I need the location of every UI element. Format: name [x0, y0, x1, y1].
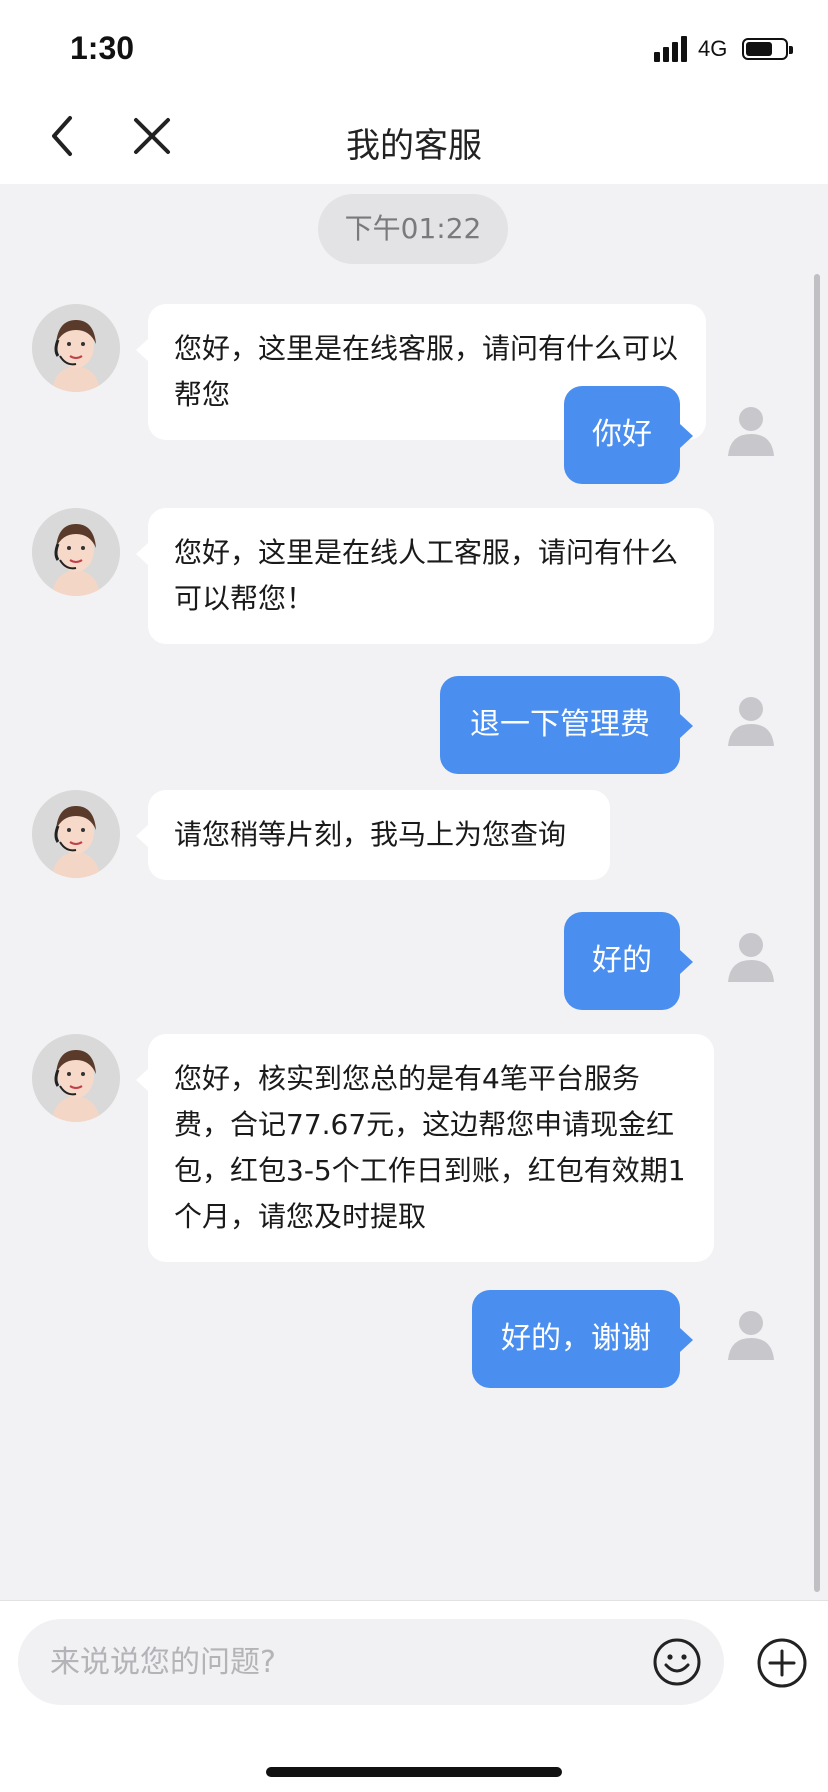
plus-circle-icon[interactable] — [756, 1637, 808, 1689]
agent-message: 您好，核实到您总的是有4笔平台服务费，合记77.67元，这边帮您申请现金红包，红… — [136, 1034, 714, 1262]
user-message: 好的 — [564, 912, 693, 1010]
status-time: 1:30 — [70, 30, 135, 66]
user-message: 你好 — [564, 386, 693, 484]
agent-avatar[interactable] — [32, 508, 120, 596]
chat-area[interactable]: 下午01:22 您好，这里是在线客服，请问有什么可以帮您 你好 您好，这里是在线… — [0, 184, 828, 1600]
status-bar: 1:30 4G — [0, 0, 828, 88]
smiley-icon[interactable] — [652, 1637, 702, 1687]
user-message: 退一下管理费 — [440, 676, 693, 774]
input-bar — [0, 1600, 828, 1792]
home-indicator[interactable] — [266, 1767, 562, 1777]
user-placeholder-icon[interactable] — [726, 404, 776, 456]
scrollbar[interactable] — [814, 274, 820, 1592]
network-label: 4G — [698, 36, 728, 61]
nav-bar: 我的客服 — [0, 88, 828, 184]
chat-timestamp: 下午01:22 — [318, 194, 508, 264]
page-title: 我的客服 — [346, 126, 482, 166]
battery-icon — [742, 38, 793, 60]
user-message: 好的，谢谢 — [472, 1290, 693, 1388]
user-placeholder-icon[interactable] — [726, 1308, 776, 1360]
signal-icon — [654, 36, 690, 62]
agent-avatar[interactable] — [32, 304, 120, 392]
agent-message: 请您稍等片刻，我马上为您查询 — [136, 790, 610, 880]
agent-avatar[interactable] — [32, 790, 120, 878]
user-placeholder-icon[interactable] — [726, 694, 776, 746]
user-placeholder-icon[interactable] — [726, 930, 776, 982]
message-input[interactable] — [18, 1619, 724, 1705]
agent-message: 您好，这里是在线人工客服，请问有什么可以帮您！ — [136, 508, 714, 644]
agent-avatar[interactable] — [32, 1034, 120, 1122]
